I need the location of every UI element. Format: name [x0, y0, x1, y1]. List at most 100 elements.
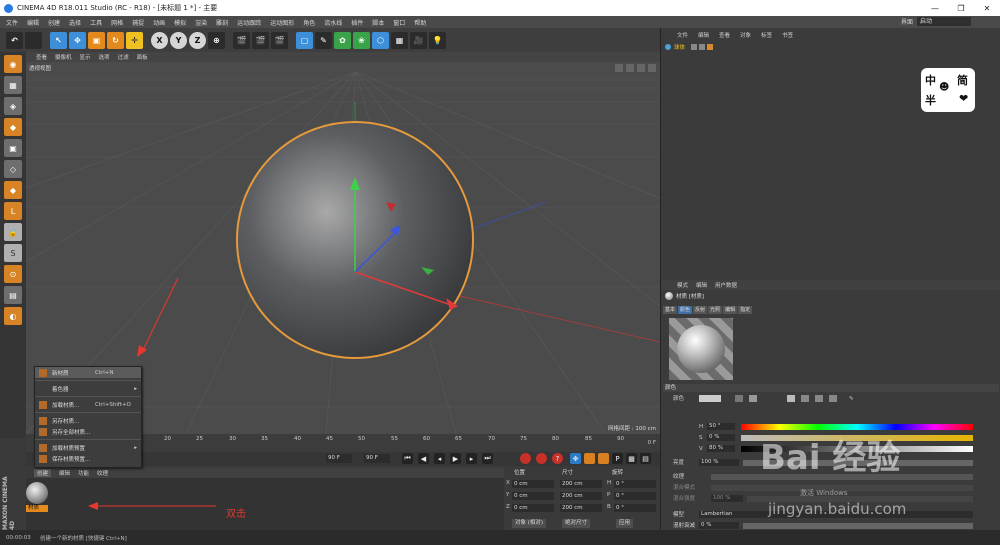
menu-script[interactable]: 脚本	[372, 18, 384, 27]
object-menu-view[interactable]: 查看	[719, 31, 730, 39]
floor-icon[interactable]: ▦	[391, 31, 408, 49]
material-manager-area[interactable]: 材质	[26, 478, 504, 530]
coordinate-system-icon[interactable]: ⊕	[208, 31, 225, 49]
viewport-menu-cameras[interactable]: 摄像机	[55, 53, 72, 61]
menu-plugins[interactable]: 插件	[351, 18, 363, 27]
menu-shader[interactable]: 着色器 ▸	[35, 383, 141, 394]
rgb-icon[interactable]	[801, 395, 809, 402]
cloner-icon[interactable]: ❀	[353, 31, 370, 49]
menu-mograph[interactable]: 运动图形	[270, 18, 294, 27]
prev-key-icon[interactable]: ◀	[418, 453, 429, 464]
live-select-icon[interactable]: ↖	[50, 31, 67, 49]
go-to-end-icon[interactable]: ⏭	[482, 453, 493, 464]
size-mode-dropdown[interactable]: 绝对尺寸	[562, 519, 591, 528]
rotation-h-field[interactable]: 0 °	[614, 480, 656, 488]
close-button[interactable]: ✕	[974, 0, 1000, 16]
material-name-label[interactable]: 材质	[26, 505, 48, 512]
tab-illumination[interactable]: 光照	[708, 306, 723, 314]
snap-icon[interactable]: S	[4, 244, 22, 262]
menu-help[interactable]: 帮助	[414, 18, 426, 27]
kelvin-icon[interactable]	[815, 395, 823, 402]
redo-icon[interactable]	[25, 31, 42, 49]
make-editable-icon[interactable]: ◉	[4, 55, 22, 73]
color-swatch[interactable]	[699, 395, 721, 402]
locked-workplane-icon[interactable]: ◐	[4, 307, 22, 325]
orbit-icon[interactable]	[637, 64, 645, 72]
end-frame-field[interactable]: 90 F	[364, 454, 390, 463]
menu-pipeline[interactable]: 流水线	[324, 18, 342, 27]
spline-pen-icon[interactable]: ✎	[315, 31, 332, 49]
object-menu-bookmarks[interactable]: 书签	[782, 31, 793, 39]
visibility-icon[interactable]	[691, 44, 698, 50]
object-menu-tags[interactable]: 标签	[761, 31, 772, 39]
position-x-field[interactable]: 0 cm	[512, 480, 554, 488]
menu-load-material-preset[interactable]: 加载材质预置 ▸	[35, 442, 141, 453]
brightness-field[interactable]: 100 %	[699, 459, 739, 466]
enable-check-icon[interactable]	[699, 44, 706, 50]
menu-mesh[interactable]: 网格	[111, 18, 123, 27]
menu-snap[interactable]: 捕捉	[132, 18, 144, 27]
viewport-menu-options[interactable]: 选项	[99, 53, 110, 61]
size-z-field[interactable]: 200 cm	[560, 504, 602, 512]
tab-basic[interactable]: 基本	[663, 306, 678, 314]
move-icon[interactable]: ✥	[69, 31, 86, 49]
undo-icon[interactable]: ↶	[6, 31, 23, 49]
hue-field[interactable]: 50 °	[707, 423, 735, 430]
scale-icon[interactable]: ▣	[88, 31, 105, 49]
tab-color[interactable]: 颜色	[678, 306, 693, 314]
viewport-menu-panel[interactable]: 面板	[137, 53, 148, 61]
material-menu-create[interactable]: 创建	[34, 469, 52, 477]
object-row-sphere[interactable]: 球体	[665, 42, 715, 52]
material-preview[interactable]	[669, 318, 733, 380]
play-icon[interactable]: ▶	[450, 453, 461, 464]
subdivision-surface-icon[interactable]: ✿	[334, 31, 351, 49]
hsv-icon[interactable]	[787, 395, 795, 402]
edges-mode-icon[interactable]: ◇	[4, 160, 22, 178]
zoom-icon[interactable]	[626, 64, 634, 72]
key-rotation-icon[interactable]	[598, 453, 609, 464]
spectrum-icon[interactable]	[749, 395, 757, 402]
autokey-icon[interactable]	[536, 453, 547, 464]
menu-animate[interactable]: 动画	[153, 18, 165, 27]
saturation-field[interactable]: 0 %	[707, 434, 735, 441]
polygons-mode-icon[interactable]: ◆	[4, 181, 22, 199]
color-picker-icon[interactable]	[735, 395, 743, 402]
texture-mode-icon[interactable]: ◈	[4, 97, 22, 115]
tab-reflectance[interactable]: 反射	[693, 306, 708, 314]
menu-motion-tracking[interactable]: 运动跟踪	[237, 18, 261, 27]
render-view-icon[interactable]: 🎬	[233, 31, 250, 49]
keyframe-selection-icon[interactable]: ?	[552, 453, 563, 464]
material-thumbnail[interactable]	[26, 482, 48, 504]
tab-assign[interactable]: 指定	[738, 306, 753, 314]
maximize-view-icon[interactable]	[648, 64, 656, 72]
object-menu-edit[interactable]: 编辑	[698, 31, 709, 39]
viewport-menu-filter[interactable]: 过滤	[118, 53, 129, 61]
render-picture-viewer-icon[interactable]: 🎬	[252, 31, 269, 49]
record-icon[interactable]	[520, 453, 531, 464]
object-menu-objects[interactable]: 对象	[740, 31, 751, 39]
next-frame-icon[interactable]: ▸	[466, 453, 477, 464]
menu-new-material[interactable]: 新材质 Ctrl+N	[35, 367, 141, 378]
layout-dropdown[interactable]: 启动	[917, 17, 971, 26]
menu-sculpt[interactable]: 雕刻	[216, 18, 228, 27]
model-mode-icon[interactable]: ▦	[4, 76, 22, 94]
phong-tag-icon[interactable]	[707, 44, 714, 50]
y-axis-lock-icon[interactable]: Y	[170, 31, 187, 49]
rotation-b-field[interactable]: 0 °	[614, 504, 656, 512]
menu-tools[interactable]: 工具	[90, 18, 102, 27]
preview-max-field[interactable]: 90 F	[326, 454, 352, 463]
menu-render[interactable]: 渲染	[195, 18, 207, 27]
menu-window[interactable]: 窗口	[393, 18, 405, 27]
menu-save-material-preset[interactable]: 保存材质预置...	[35, 453, 141, 464]
diffuse-falloff-field[interactable]: 0 %	[699, 522, 739, 529]
key-scale-icon[interactable]	[584, 453, 595, 464]
menu-select[interactable]: 选择	[69, 18, 81, 27]
coordinate-mode-dropdown[interactable]: 对象 (相对)	[512, 519, 547, 528]
camera-icon[interactable]: 🎥	[410, 31, 427, 49]
size-y-field[interactable]: 200 cm	[560, 492, 602, 500]
object-menu-file[interactable]: 文件	[677, 31, 688, 39]
minimize-button[interactable]: —	[922, 0, 948, 16]
points-mode-icon[interactable]: ▣	[4, 139, 22, 157]
timeline-window-icon[interactable]: ▤	[640, 453, 651, 464]
prev-frame-icon[interactable]: ◂	[434, 453, 445, 464]
